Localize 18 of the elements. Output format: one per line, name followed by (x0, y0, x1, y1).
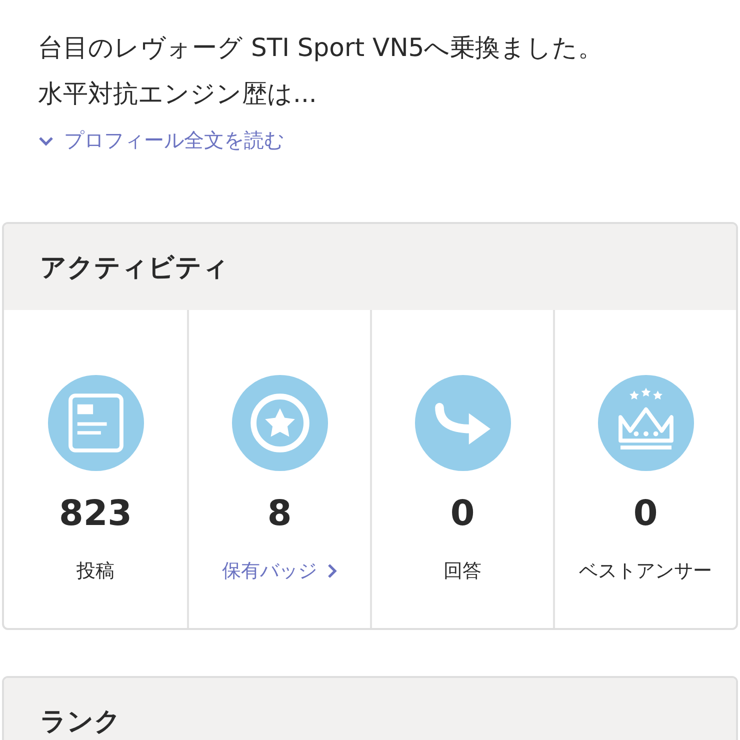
profile-text: 台目のレヴォーグ STI Sport VN5へ乗換ました。 (38, 32, 604, 64)
document-icon (46, 374, 144, 472)
chevron-right-icon (327, 563, 337, 579)
read-more-link[interactable]: プロフィール全文を読む (38, 127, 284, 154)
card-title: アクティビティ (40, 252, 229, 284)
profile-text: 水平対抗エンジン歴は... (38, 78, 318, 110)
stat-value: 823 (58, 493, 132, 536)
star-badge-icon (230, 374, 328, 472)
card-title: ランク (40, 706, 121, 738)
stat-value: 8 (267, 493, 292, 536)
stat-label: ベストアンサー (579, 559, 712, 584)
stat-label: 回答 (444, 559, 482, 584)
chevron-down-icon (38, 136, 54, 146)
stat-value: 0 (633, 493, 658, 536)
stat-value: 0 (450, 493, 475, 536)
crown-icon (596, 374, 694, 472)
stat-label: 投稿 (76, 559, 114, 584)
badges-link[interactable]: 保有バッジ (222, 558, 337, 584)
